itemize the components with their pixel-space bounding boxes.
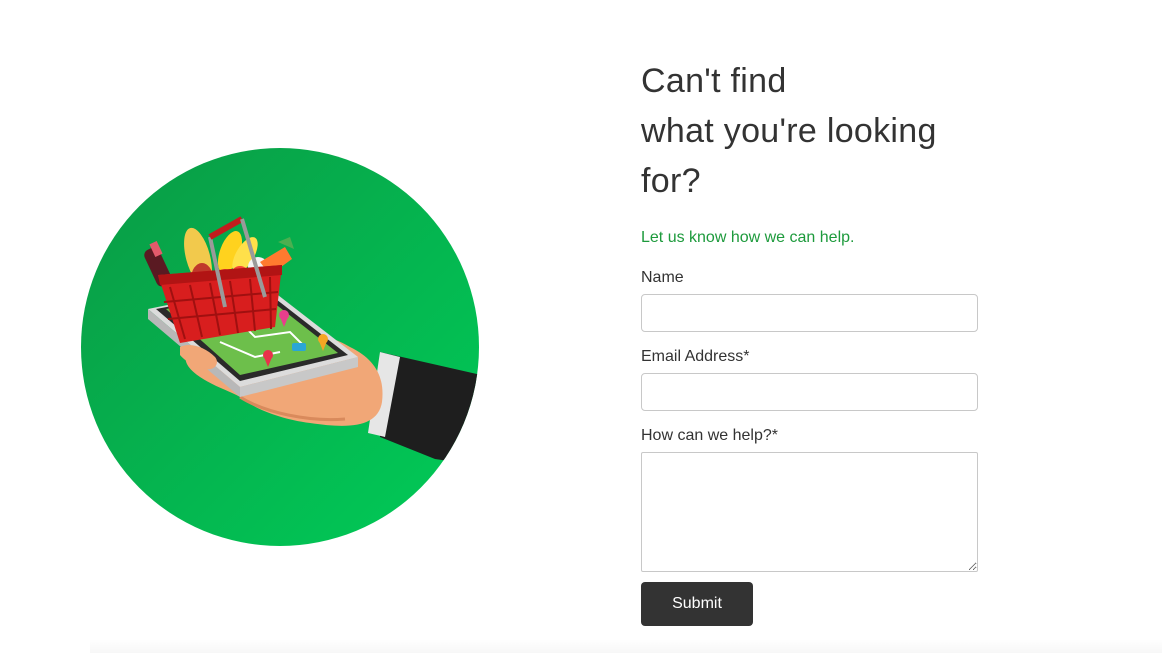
contact-page: Can't find what you're looking for? Let …: [0, 0, 1162, 653]
contact-form: Name Email Address* How can we help?* Su…: [641, 268, 981, 626]
email-input[interactable]: [641, 373, 978, 411]
page-title: Can't find what you're looking for?: [641, 56, 981, 206]
name-label: Name: [641, 269, 684, 286]
help-label: How can we help?*: [641, 427, 778, 444]
page-title-line-1: Can't find: [641, 62, 787, 100]
footer-shadow: [90, 639, 1162, 653]
grocery-basket-on-phone-illustration: [80, 147, 480, 547]
email-label: Email Address*: [641, 348, 750, 365]
subtitle: Let us know how we can help.: [641, 229, 855, 246]
name-input[interactable]: [641, 294, 978, 332]
page-title-line-2: what you're looking: [641, 112, 937, 150]
grocery-basket-on-phone-icon: [81, 148, 479, 546]
page-title-line-3: for?: [641, 162, 701, 200]
help-textarea[interactable]: [641, 452, 978, 572]
contact-form-section: Can't find what you're looking for? Let …: [641, 56, 981, 626]
submit-button[interactable]: Submit: [641, 582, 753, 626]
